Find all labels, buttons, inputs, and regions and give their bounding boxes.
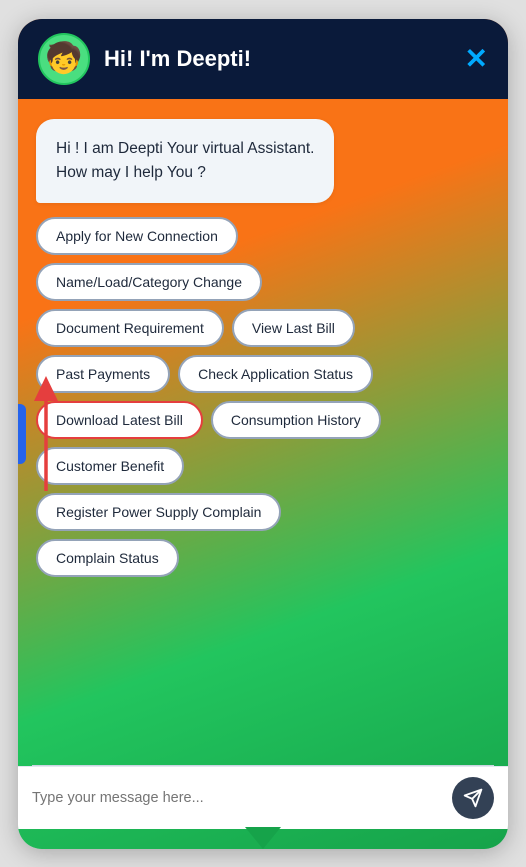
chat-container: 🧒 Hi! I'm Deepti! ✕ Hi ! I am Deepti You… [18,19,508,849]
send-icon [463,788,483,808]
complain-status-button[interactable]: Complain Status [36,539,179,577]
apply-new-connection-button[interactable]: Apply for New Connection [36,217,238,255]
btn-row-3: Past Payments Check Application Status [36,355,490,393]
view-last-bill-button[interactable]: View Last Bill [232,309,355,347]
btn-row-4: Download Latest Bill Consumption History [36,401,490,439]
chat-header: 🧒 Hi! I'm Deepti! ✕ [18,19,508,99]
chat-tail [245,827,281,849]
greeting-line2: How may I help You ? [56,164,206,181]
btn-row-0: Apply for New Connection [36,217,490,255]
chat-input[interactable] [32,790,442,806]
greeting-line1: Hi ! I am Deepti Your virtual Assistant. [56,140,314,157]
avatar: 🧒 [38,33,90,85]
greeting-bubble: Hi ! I am Deepti Your virtual Assistant.… [36,119,334,203]
chat-input-area [18,766,508,829]
document-requirement-button[interactable]: Document Requirement [36,309,224,347]
btn-row-5: Customer Benefit [36,447,490,485]
chat-body: Hi ! I am Deepti Your virtual Assistant.… [18,99,508,765]
btn-row-7: Complain Status [36,539,490,577]
send-button[interactable] [452,777,494,819]
name-load-category-button[interactable]: Name/Load/Category Change [36,263,262,301]
btn-row-1: Name/Load/Category Change [36,263,490,301]
btn-row-2: Document Requirement View Last Bill [36,309,490,347]
consumption-history-button[interactable]: Consumption History [211,401,381,439]
buttons-area: Apply for New Connection Name/Load/Categ… [36,217,490,577]
btn-row-6: Register Power Supply Complain [36,493,490,531]
header-title: Hi! I'm Deepti! [104,46,451,72]
red-arrow-annotation [18,371,86,511]
check-application-status-button[interactable]: Check Application Status [178,355,373,393]
close-button[interactable]: ✕ [465,45,488,73]
